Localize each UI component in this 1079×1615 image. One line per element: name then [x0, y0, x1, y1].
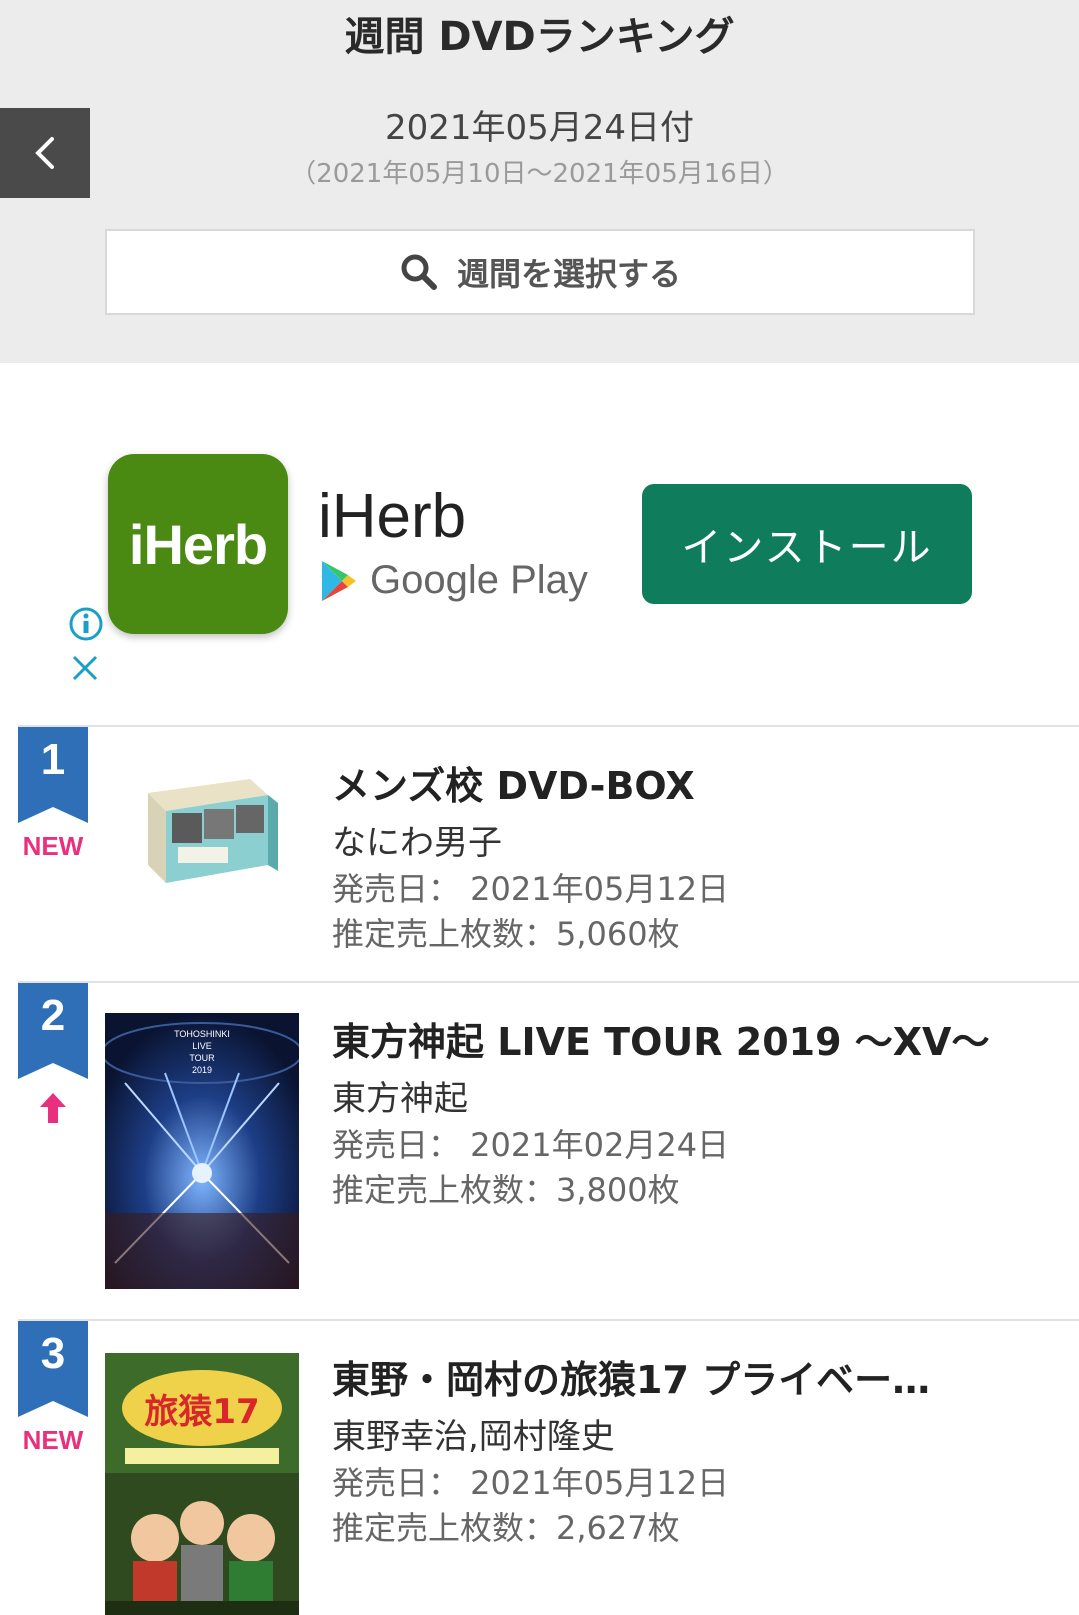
ranking-row[interactable]: 1 NEW メンズ校 DVD-BOX なにわ男子 発売日： 2021年05月12…: [18, 725, 1079, 981]
ranking-row[interactable]: 3 NEW 旅猿17 東野・岡村の旅猿17 プライベー… 東野幸治,岡村隆史 発…: [18, 1319, 1079, 1615]
release-date: 発売日： 2021年02月24日: [332, 1126, 730, 1164]
ranking-row[interactable]: 2 TOHOSHINKI LIVE TOUR 2019 東方神起 LIVE TO…: [18, 981, 1079, 1319]
google-play-icon: [322, 560, 356, 601]
ranking-period: （2021年05月10日～2021年05月16日）: [290, 159, 789, 189]
product-title[interactable]: 東野・岡村の旅猿17 プライベー…: [332, 1349, 930, 1404]
ad-store: Google Play: [320, 558, 588, 603]
new-badge: NEW: [22, 1425, 84, 1455]
product-thumbnail[interactable]: [138, 775, 298, 885]
rank-badge: 1: [18, 727, 88, 823]
ad-close-icon[interactable]: [70, 653, 100, 687]
artist-name: 東方神起: [332, 1079, 468, 1119]
artist-name: 東野幸治,岡村隆史: [332, 1417, 615, 1457]
rank-number: 2: [40, 991, 66, 1040]
estimated-sales: 推定売上枚数：3,800枚: [332, 1171, 680, 1209]
estimated-sales: 推定売上枚数：5,060枚: [332, 915, 680, 953]
rank-badge: 2: [18, 983, 88, 1079]
release-date: 発売日： 2021年05月12日: [332, 1464, 730, 1502]
week-select-button[interactable]: 週間を選択する: [105, 229, 975, 315]
rank-badge: 3: [18, 1321, 88, 1417]
product-thumbnail[interactable]: 旅猿17: [105, 1353, 299, 1615]
ad-info-icon[interactable]: [68, 606, 104, 646]
release-date: 発売日： 2021年05月12日: [332, 870, 730, 908]
svg-text:TOHOSHINKI: TOHOSHINKI: [174, 1029, 230, 1039]
svg-text:TOUR: TOUR: [189, 1053, 215, 1063]
rank-number: 1: [40, 735, 66, 784]
ad-banner[interactable]: iHerb iHerb Google Play インストール: [0, 363, 1079, 725]
product-thumbnail[interactable]: TOHOSHINKI LIVE TOUR 2019: [101, 1013, 303, 1289]
cover-title: 旅猿17: [144, 1392, 259, 1432]
ranking-date: 2021年05月24日付: [384, 108, 695, 148]
week-select-label: 週間を選択する: [456, 255, 681, 293]
iherb-app-icon[interactable]: iHerb: [108, 454, 288, 634]
svg-text:LIVE: LIVE: [192, 1041, 212, 1051]
product-title[interactable]: 東方神起 LIVE TOUR 2019 ～XV～: [332, 1011, 989, 1066]
svg-text:2019: 2019: [192, 1065, 212, 1075]
estimated-sales: 推定売上枚数：2,627枚: [332, 1509, 680, 1547]
search-icon: [401, 254, 437, 290]
artist-name: なにわ男子: [332, 823, 502, 863]
store-label: Google Play: [370, 558, 588, 602]
ranking-header: 週間 DVDランキング 2021年05月24日付 （2021年05月10日～20…: [0, 0, 1079, 363]
page-title: 週間 DVDランキング: [344, 14, 735, 60]
rank-up-arrow-icon: [36, 1091, 70, 1129]
new-badge: NEW: [22, 831, 84, 861]
install-button[interactable]: インストール: [642, 484, 972, 604]
product-title[interactable]: メンズ校 DVD-BOX: [332, 755, 695, 810]
iherb-logo-text: iHerb: [128, 512, 268, 576]
rank-number: 3: [40, 1329, 66, 1378]
ad-app-name[interactable]: iHerb: [318, 481, 466, 552]
